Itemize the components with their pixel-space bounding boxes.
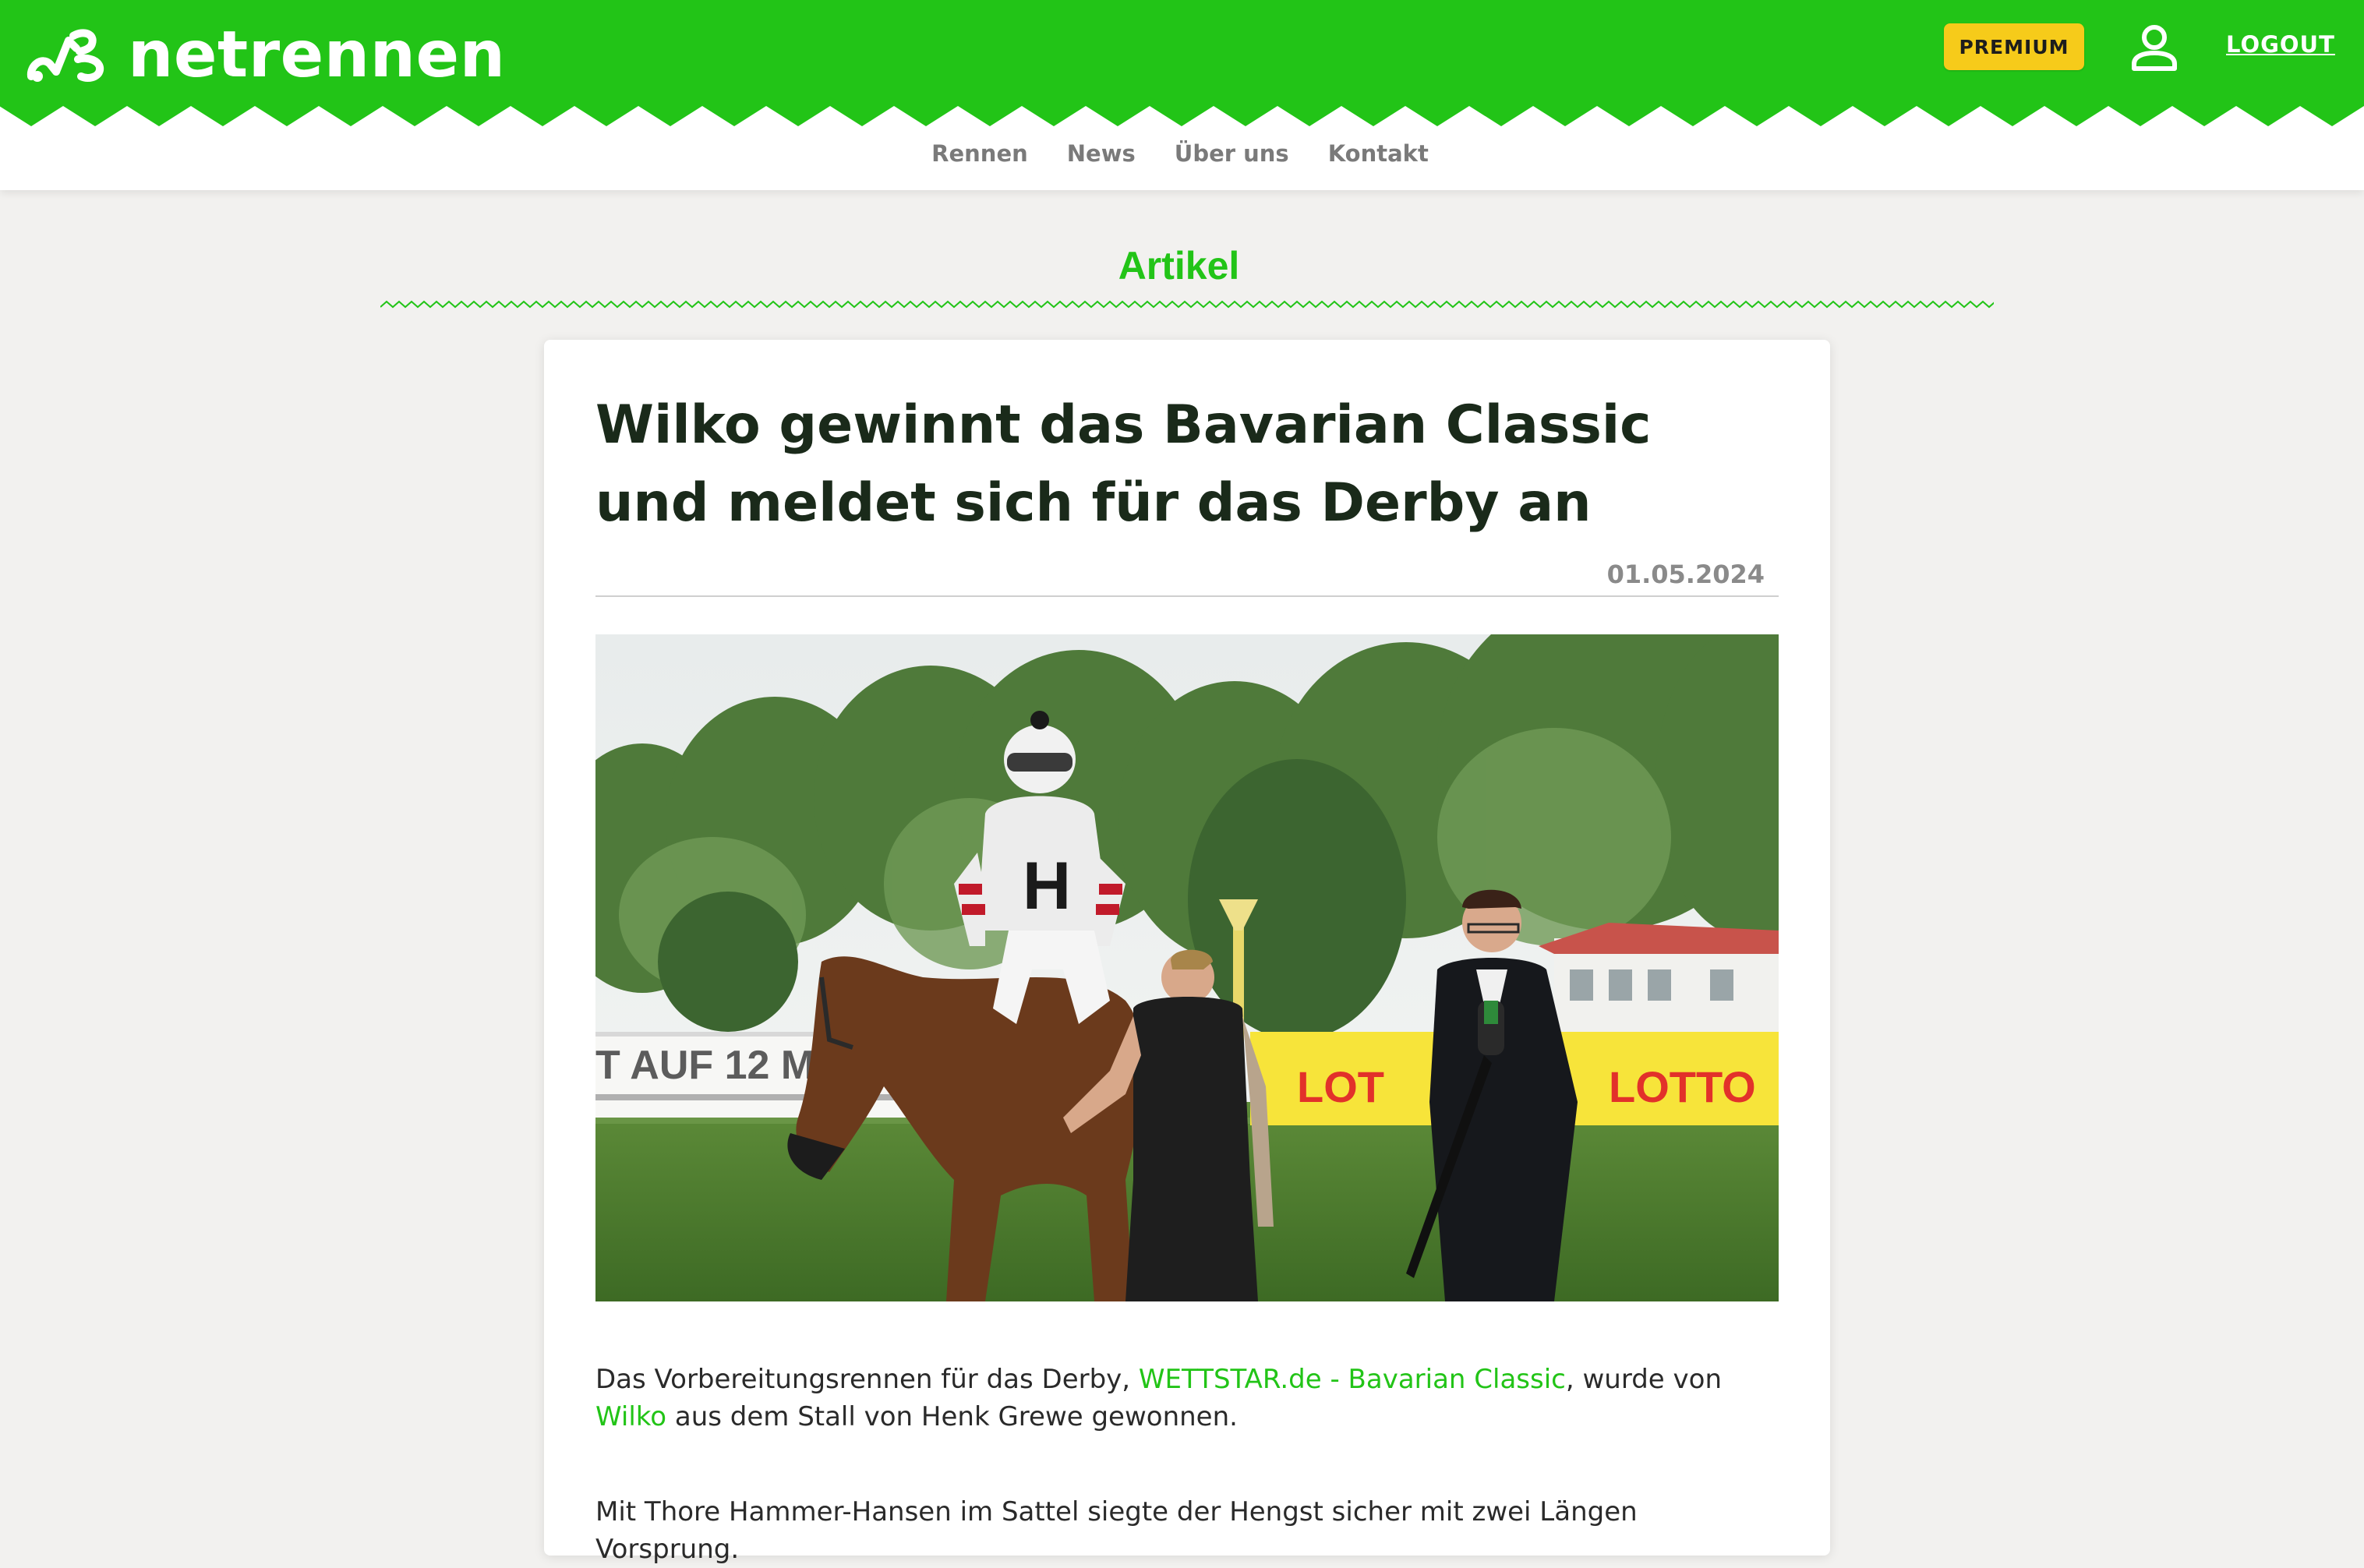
paragraph-text: Das Vorbereitungsrennen für das Derby, <box>595 1364 1139 1395</box>
user-icon[interactable] <box>2129 23 2179 72</box>
site-header: netrennen PREMIUM LOGOUT Rennen News Übe… <box>0 0 2364 190</box>
article-date: 01.05.2024 <box>1606 560 1765 589</box>
banner-left-text: T AUF 12 ME <box>595 1043 842 1088</box>
paragraph-text: , wurde von <box>1565 1364 1722 1395</box>
nav-item-kontakt[interactable]: Kontakt <box>1328 134 1429 173</box>
jockey-silk-letter: H <box>1023 849 1071 923</box>
article-paragraph-2: Mit Thore Hammer-Hansen im Sattel siegte… <box>595 1496 1638 1565</box>
horse-track-logo-icon <box>27 29 104 82</box>
article-paragraph-1: Das Vorbereitungsrennen für das Derby, W… <box>595 1361 1779 1436</box>
article-hero-image[interactable]: T AUF 12 ME LOT LOTTO H <box>595 634 1779 1301</box>
horse-link[interactable]: Wilko <box>595 1401 666 1432</box>
banner-right-text: LOTTO <box>1609 1062 1756 1111</box>
logout-link[interactable]: LOGOUT <box>2226 31 2335 58</box>
paragraph-text: aus dem Stall von Henk Grewe gewonnen. <box>666 1401 1238 1432</box>
site-logo[interactable]: netrennen <box>25 20 506 90</box>
title-divider <box>595 595 1779 597</box>
squiggle-divider <box>380 300 1994 309</box>
nav-item-ueber-uns[interactable]: Über uns <box>1175 134 1289 173</box>
nav-item-news[interactable]: News <box>1067 134 1136 173</box>
banner-mid-text: LOT <box>1297 1062 1384 1111</box>
logo-text: netrennen <box>128 18 506 92</box>
main-navigation: Rennen News Über uns Kontakt <box>0 134 2364 173</box>
nav-item-rennen[interactable]: Rennen <box>931 134 1028 173</box>
premium-button[interactable]: PREMIUM <box>1944 23 2084 70</box>
article-title: Wilko gewinnt das Bavarian Classic und m… <box>595 394 1652 534</box>
section-title: Artikel <box>1118 244 1240 288</box>
article-card: Wilko gewinnt das Bavarian Classic und m… <box>544 340 1830 1565</box>
race-link[interactable]: WETTSTAR.de - Bavarian Classic <box>1139 1364 1566 1395</box>
race-winner-photo: T AUF 12 ME LOT LOTTO H <box>595 634 1779 1301</box>
